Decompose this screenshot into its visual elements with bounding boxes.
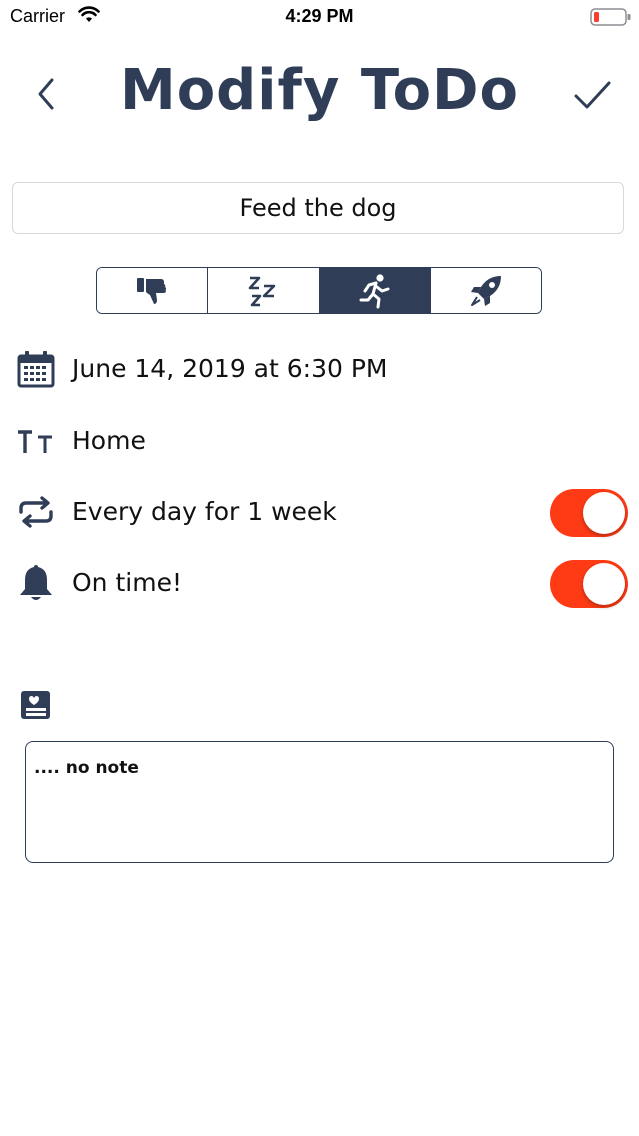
reminder-label: On time! (72, 568, 182, 597)
calendar-icon (16, 349, 56, 389)
note-textarea[interactable]: .... no note (25, 741, 614, 863)
todo-title-input[interactable]: Feed the dog (12, 182, 624, 234)
category-label: Home (72, 426, 146, 455)
thumbs-down-icon (137, 277, 167, 304)
status-time: 4:29 PM (285, 6, 354, 26)
segment-rocket[interactable] (430, 268, 541, 313)
date-label: June 14, 2019 at 6:30 PM (72, 354, 388, 383)
bell-icon (16, 563, 56, 603)
segment-running[interactable] (319, 268, 431, 313)
toggle-knob (583, 492, 625, 534)
reminder-row: On time! (16, 556, 636, 608)
sleep-zzz-icon (249, 276, 276, 306)
date-row[interactable]: June 14, 2019 at 6:30 PM (16, 342, 636, 392)
note-icon (20, 690, 52, 724)
repeat-icon (16, 492, 56, 532)
repeat-toggle[interactable] (550, 489, 628, 537)
status-bar: Carrier 4:29 PM (0, 0, 639, 34)
text-size-icon (16, 421, 56, 461)
checkmark-icon (574, 81, 611, 109)
category-row[interactable]: Home (16, 414, 636, 464)
running-person-icon (359, 273, 390, 308)
priority-segmented-control (96, 267, 542, 314)
repeat-row: Every day for 1 week (16, 485, 636, 537)
page-title: Modify ToDo (119, 58, 520, 123)
toggle-knob (583, 563, 625, 605)
done-button[interactable] (570, 74, 614, 114)
reminder-toggle[interactable] (550, 560, 628, 608)
segment-sleep[interactable] (208, 268, 320, 313)
segment-thumbs-down[interactable] (97, 268, 209, 313)
battery-low-icon (590, 7, 632, 31)
repeat-label: Every day for 1 week (72, 497, 337, 526)
rocket-icon (470, 275, 501, 306)
